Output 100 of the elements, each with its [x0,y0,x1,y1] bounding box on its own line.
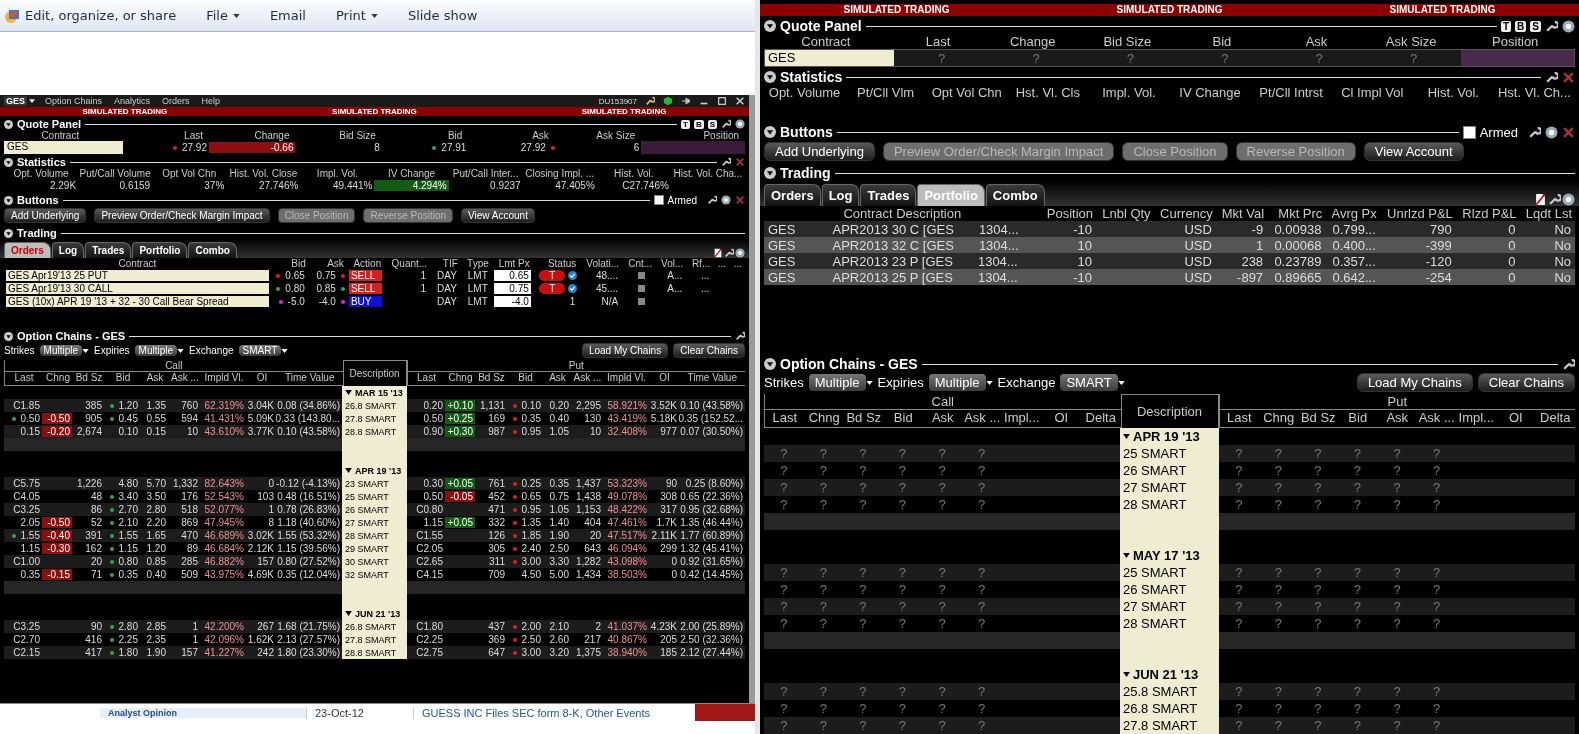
action-button[interactable]: Preview Order/Check Margin Impact [94,208,270,223]
filter-dropdown[interactable]: Multiple [808,374,866,391]
tab[interactable]: Orders [764,184,821,206]
table-row[interactable]: 1.55 -0.40 391 1.55 1.65 470 46.689% 3.02K 1.55 (53.32%) 28 SMART C1.55 126 1.85 1.90 20 47.517% 2.11K 1.77 (60.89%) [4,529,745,542]
tab[interactable]: Portfolio [132,242,188,258]
table-row[interactable]: 0.15 -0.20 2,674 0.10 0.15 10 43.610% 3.77K 0.10 (43.58%) 28.8 SMART 0.90 +0.30 987 0.95 1.05 10 32.408% 977 0.07 (30.50%) [4,425,745,438]
strike-cell[interactable]: 27.8 SMART [1120,717,1219,734]
expand-icon[interactable] [1123,434,1130,439]
table-row[interactable]: ? ? ? ? ? ? 28 SMART ? ? ? ? ? ? [764,615,1575,632]
strike-cell[interactable]: 27 SMART [1120,479,1219,496]
filter-dropdown[interactable]: SMART [1060,374,1118,391]
tab[interactable]: Combo [188,242,237,258]
chain-button[interactable]: Clear Chains [1477,373,1575,392]
collapse-icon[interactable] [4,195,13,205]
tab[interactable]: Log [51,242,85,258]
collapse-icon[interactable] [764,167,776,179]
collapse-icon[interactable] [764,71,776,83]
wrench-icon[interactable] [645,96,655,106]
filter-dropdown[interactable]: Multiple [134,345,178,356]
strike-cell[interactable]: 28 SMART [342,529,407,542]
action-button[interactable]: Add Underlying [4,208,87,223]
toolbar-button[interactable]: File [206,8,240,23]
menu-item[interactable]: Orders [160,96,192,106]
wrench-icon[interactable] [724,248,734,258]
filter-dropdown[interactable]: Multiple [928,374,986,391]
collapse-icon[interactable] [4,331,13,341]
menu-item[interactable]: Analytics [112,96,153,106]
tool-button[interactable]: T [681,119,690,129]
tool-button[interactable]: T [1501,20,1512,32]
toolbar-button[interactable]: Email [269,8,306,23]
document-icon[interactable] [713,248,723,258]
table-row[interactable]: ? ? ? ? ? ? 26.8 SMART ? ? ? ? ? ? [764,700,1575,717]
caret-icon[interactable] [29,99,35,103]
table-row[interactable]: GES APR2013 25 P [GES 1304... -10 USD -897 0.89665 0.642... -254 0 No [764,269,1575,285]
table-row[interactable]: 1.15 -0.30 162 1.15 1.20 89 46.684% 2.12K 1.15 (39.56%) 29 SMART C2.05 305 2.40 2.50 643 46.094% 299 1.32 (45.41%) [4,542,745,555]
table-row[interactable]: ? ? ? ? ? ? 25.8 SMART ? ? ? ? ? ? [764,683,1575,700]
strike-cell[interactable]: 27 SMART [1120,598,1219,615]
circle-icon[interactable] [1562,193,1575,206]
caret-icon[interactable] [177,348,185,353]
chain-button[interactable]: Load My Chains [1356,373,1473,392]
table-row[interactable]: GES APR2013 23 P [GES 1304... 10 USD 238 0.23789 0.357... -120 0 No [764,253,1575,269]
price-field[interactable]: -4.0 [493,296,531,307]
caret-icon[interactable] [985,380,993,385]
table-row[interactable]: ? ? ? ? ? ? 25 SMART ? ? ? ? ? ? [764,445,1575,462]
strike-cell[interactable]: 26.8 SMART [1120,700,1219,717]
table-row[interactable]: ? ? ? ? ? ? 25 SMART ? ? ? ? ? ? [764,564,1575,581]
strike-cell[interactable]: 28.8 SMART [342,425,407,438]
table-row[interactable]: C2.70 416 2.25 2.35 1 42.096% 1.62K 2.13 (27.57%) 27.8 SMART C2.25 369 2.50 2.60 217 40.867% 205 2.50 (32.36%) [4,633,745,646]
strike-cell[interactable]: 25 SMART [1120,564,1219,581]
strike-cell[interactable]: 26 SMART [1120,462,1219,479]
strike-cell[interactable]: 30 SMART [342,555,407,568]
chain-button[interactable]: Clear Chains [673,343,745,358]
filter-dropdown[interactable]: SMART [238,345,282,356]
table-row[interactable]: 0.35 -0.15 71 0.35 0.40 509 43.975% 4.69K 0.35 (12.04%) 32 SMART C4.15 709 4.50 5.00 1,434 38.503% 0 0.42 (14.45%) [4,568,745,581]
tool-button[interactable]: S [707,119,717,129]
wrench-icon[interactable] [735,331,745,341]
armed-checkbox[interactable] [1462,125,1476,139]
tab[interactable]: Trades [85,242,132,258]
caret-icon[interactable] [1117,380,1125,385]
toolbar-button[interactable]: Slide show [407,8,478,23]
toolbar-button[interactable]: Print [336,8,378,23]
strike-cell[interactable]: 27.8 SMART [342,412,407,425]
table-row[interactable]: 2.05 -0.50 52 2.10 2.20 869 47.945% 8 1.18 (40.60%) 27 SMART 1.15 +0.05 332 1.35 1.40 404 47.461% 1.7K 1.35 (46.44%) [4,516,745,529]
tab[interactable]: Trades [860,184,917,206]
expand-icon[interactable] [1123,672,1130,677]
wrench-icon[interactable] [1548,193,1561,206]
news-text[interactable]: GUESS INC Files SEC form 8-K, Other Events [414,706,658,719]
expand-icon[interactable] [345,468,352,473]
strike-cell[interactable]: 28 SMART [1120,496,1219,513]
filter-dropdown[interactable]: Multiple [39,345,83,356]
table-row[interactable]: 0.50 -0.50 905 0.45 0.55 594 41.431% 5.09K0.33 (143.80... 27.8 SMART 0.50 +0.25 169 0.35 0.40 130 43.419% 5.18K0.35 (152.52... [4,412,745,425]
maximize-icon[interactable] [717,96,727,106]
wrench-icon[interactable] [1545,19,1558,33]
collapse-icon[interactable] [764,358,776,370]
table-row[interactable]: ? ? ? ? ? ? 26 SMART ? ? ? ? ? ? [764,462,1575,479]
expiry-label[interactable]: APR 19 '13 [1133,429,1200,444]
collapse-icon[interactable] [4,228,13,238]
strike-cell[interactable]: 26 SMART [1120,581,1219,598]
wrench-icon[interactable] [1562,357,1575,371]
table-row[interactable]: C1.00 20 0.80 0.85 285 46.882% 157 0.80 (27.52%) 30 SMART C2.65 311 3.00 3.30 1,282 43.098% 0 0.92 (31.65%) [4,555,745,568]
strike-cell[interactable]: 27.8 SMART [342,633,407,646]
armed-checkbox[interactable] [653,195,664,205]
wrench-icon[interactable] [721,119,731,129]
strike-cell[interactable]: 26 SMART [342,503,407,516]
tab[interactable]: Log [821,184,860,206]
action-button[interactable]: Add Underlying [764,142,875,161]
table-row[interactable]: ? ? ? ? ? ? 28 SMART ? ? ? ? ? ? [764,496,1575,513]
strike-cell[interactable]: 32 SMART [342,568,407,581]
price-field[interactable]: 0.65 [493,270,531,281]
expiry-label[interactable]: APR 19 '13 [355,465,402,476]
collapse-icon[interactable] [764,20,776,32]
table-row[interactable]: ? ? ? ? ? ? 27 SMART ? ? ? ? ? ? [764,479,1575,496]
table-row[interactable]: C3.25 90 2.80 2.85 1 42.200% 267 1.68 (21.75%) 26.8 SMART C1.80 437 2.00 2.10 2 41.037% 4.23K 2.00 (25.89%) [4,620,745,633]
tool-button[interactable]: B [693,119,704,129]
wrench-icon[interactable] [1528,125,1541,139]
expiry-label[interactable]: MAR 15 '13 [355,387,403,398]
status-button[interactable]: T [539,270,566,281]
table-row[interactable]: ? ? ? ? ? ? 26 SMART ? ? ? ? ? ? [764,581,1575,598]
table-row[interactable]: GES APR2013 30 C [GES 1304... -10 USD -9 0.00938 0.799... 790 0 No [764,221,1575,237]
action-button[interactable]: View Account [1363,142,1464,161]
